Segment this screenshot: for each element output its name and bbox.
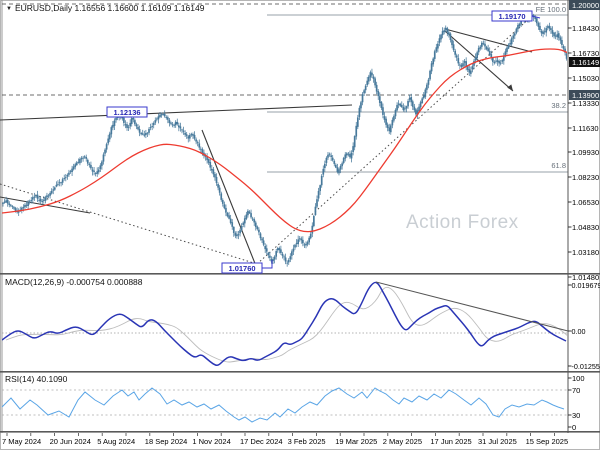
moving-average-line — [2, 48, 567, 233]
svg-text:7 May 2024: 7 May 2024 — [2, 437, 41, 446]
svg-text:1.06530: 1.06530 — [572, 198, 599, 207]
svg-text:19 Mar 2025: 19 Mar 2025 — [335, 437, 377, 446]
svg-text:1.12136: 1.12136 — [113, 108, 140, 117]
svg-text:70: 70 — [572, 386, 580, 395]
date-axis[interactable]: 7 May 2024 20 Jun 2024 5 Aug 2024 18 Sep 20… — [2, 433, 568, 446]
rsi-pane[interactable]: 100 70 30 0 — [1, 374, 585, 432]
symbol-ohlc-text: EURUSD,Daily 1.16556 1.16600 1.16109 1.1… — [14, 3, 205, 13]
svg-text:0.00: 0.00 — [572, 327, 586, 336]
svg-text:1.18430: 1.18430 — [572, 24, 599, 33]
svg-text:31 Jul 2025: 31 Jul 2025 — [478, 437, 517, 446]
rsi-indicator-label: RSI(14) 40.1090 — [5, 374, 68, 384]
svg-text:30: 30 — [572, 411, 580, 420]
svg-text:17 Dec 2024: 17 Dec 2024 — [240, 437, 283, 446]
svg-text:1.19170: 1.19170 — [498, 12, 525, 21]
svg-text:18 Sep 2024: 18 Sep 2024 — [145, 437, 188, 446]
svg-text:0.019679: 0.019679 — [572, 281, 600, 290]
macd-lines — [2, 281, 567, 366]
svg-text:3 Feb 2025: 3 Feb 2025 — [288, 437, 326, 446]
svg-text:FE 100.0: FE 100.0 — [536, 5, 566, 14]
svg-text:1.11630: 1.11630 — [572, 124, 599, 133]
chart-collapse-icon[interactable]: ▼ — [6, 6, 12, 12]
svg-text:5 Aug 2024: 5 Aug 2024 — [97, 437, 135, 446]
svg-text:0: 0 — [572, 423, 576, 432]
svg-text:2 May 2025: 2 May 2025 — [383, 437, 422, 446]
svg-text:1.09930: 1.09930 — [572, 148, 599, 157]
svg-text:1.13330: 1.13330 — [572, 99, 599, 108]
svg-text:1 Nov 2024: 1 Nov 2024 — [192, 437, 230, 446]
svg-text:61.8: 61.8 — [551, 161, 566, 170]
svg-text:1.20000: 1.20000 — [572, 1, 599, 10]
svg-text:15 Sep 2025: 15 Sep 2025 — [526, 437, 569, 446]
svg-text:1.01760: 1.01760 — [228, 264, 255, 273]
svg-text:1.16149: 1.16149 — [572, 58, 599, 67]
macd-pane[interactable]: 0.019679 0.00 -0.012552 — [2, 281, 600, 371]
svg-text:1.08230: 1.08230 — [572, 173, 599, 182]
svg-text:1.15030: 1.15030 — [572, 74, 599, 83]
svg-text:-0.012552: -0.012552 — [572, 362, 600, 371]
svg-text:1.03180: 1.03180 — [572, 248, 599, 257]
chart-window: FE 100.0 38.2 61.8 1.19170 1.12136 1.01760 1.2… — [0, 0, 600, 450]
svg-text:20 Jun 2024: 20 Jun 2024 — [50, 437, 91, 446]
macd-indicator-label: MACD(12,26,9) -0.000754 0.000888 — [5, 277, 143, 287]
fibonacci-lines: FE 100.0 38.2 61.8 — [267, 5, 568, 173]
svg-text:17 Jun 2025: 17 Jun 2025 — [430, 437, 471, 446]
watermark: Action Forex — [406, 212, 519, 233]
svg-text:38.2: 38.2 — [551, 101, 566, 110]
svg-text:1.04830: 1.04830 — [572, 223, 599, 232]
svg-text:100: 100 — [572, 374, 585, 383]
symbol-title: ▼ EURUSD,Daily 1.16556 1.16600 1.16109 1.… — [6, 3, 204, 13]
svg-text:1.16730: 1.16730 — [572, 49, 599, 58]
